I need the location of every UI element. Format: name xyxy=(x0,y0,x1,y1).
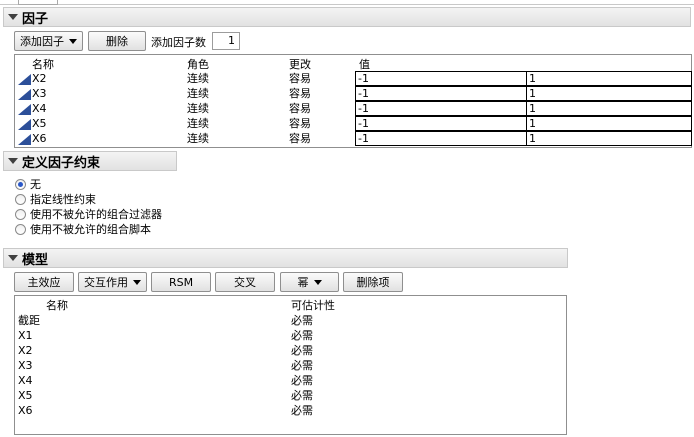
term-name[interactable]: 截距 xyxy=(18,313,40,328)
factor-role[interactable]: 连续 xyxy=(187,86,209,101)
column-header-values: 值 xyxy=(359,58,370,71)
term-name[interactable]: X4 xyxy=(18,373,33,388)
term-estimability[interactable]: 必需 xyxy=(291,313,313,328)
term-name[interactable]: X2 xyxy=(18,343,33,358)
factor-high-value[interactable]: 1 xyxy=(526,131,692,146)
factor-name[interactable]: X3 xyxy=(32,86,47,101)
model-title: 模型 xyxy=(22,252,49,268)
factor-high-value[interactable]: 1 xyxy=(526,101,692,116)
continuous-factor-icon xyxy=(18,134,31,145)
interactions-menu-button[interactable]: 交互作用 xyxy=(78,272,147,292)
constraint-option-none[interactable]: 无 xyxy=(15,176,41,192)
dropdown-arrow-icon xyxy=(69,38,77,44)
disclosure-triangle-icon[interactable] xyxy=(8,14,18,20)
constraint-option-filter[interactable]: 使用不被允许的组合过滤器 xyxy=(15,206,162,222)
factor-low-value[interactable]: -1 xyxy=(355,131,527,146)
add-factor-label: 添加因子 xyxy=(20,35,64,48)
factor-high-value[interactable]: 1 xyxy=(526,116,692,131)
term-estimability[interactable]: 必需 xyxy=(291,388,313,403)
powers-label: 幂 xyxy=(297,276,309,289)
powers-menu-button[interactable]: 幂 xyxy=(280,272,339,292)
factor-role[interactable]: 连续 xyxy=(187,131,209,146)
column-header-changes: 更改 xyxy=(289,58,311,71)
continuous-factor-icon xyxy=(18,104,31,115)
factor-changes[interactable]: 容易 xyxy=(289,86,311,101)
term-name[interactable]: X5 xyxy=(18,388,33,403)
factor-name[interactable]: X6 xyxy=(32,131,47,146)
factor-name[interactable]: X5 xyxy=(32,116,47,131)
delete-factor-button[interactable]: 删除 xyxy=(88,31,146,51)
constraint-option-label: 指定线性约束 xyxy=(30,193,96,206)
rsm-button[interactable]: RSM xyxy=(151,272,211,292)
term-estimability[interactable]: 必需 xyxy=(291,343,313,358)
column-header-name: 名称 xyxy=(32,58,54,71)
add-count-label: 添加因子数 xyxy=(151,36,206,49)
continuous-factor-icon xyxy=(18,74,31,85)
radio-icon[interactable] xyxy=(15,223,26,235)
factor-role[interactable]: 连续 xyxy=(187,116,209,131)
factor-low-value[interactable]: -1 xyxy=(355,71,527,86)
factor-changes[interactable]: 容易 xyxy=(289,71,311,86)
add-factor-menu-button[interactable]: 添加因子 xyxy=(14,31,83,51)
constraints-section-header[interactable]: 定义因子约束 xyxy=(3,151,177,171)
constraint-option-label: 无 xyxy=(30,178,41,191)
constraint-option-label: 使用不被允许的组合脚本 xyxy=(30,223,151,236)
factor-name[interactable]: X2 xyxy=(32,71,47,86)
constraints-title: 定义因子约束 xyxy=(22,155,101,171)
factor-changes[interactable]: 容易 xyxy=(289,116,311,131)
column-header-estimability: 可估计性 xyxy=(291,299,335,312)
top-tab[interactable] xyxy=(18,0,58,5)
dropdown-arrow-icon xyxy=(133,279,141,285)
radio-icon[interactable] xyxy=(15,208,26,220)
factor-low-value[interactable]: -1 xyxy=(355,101,527,116)
radio-selected-icon[interactable] xyxy=(15,178,26,190)
constraint-option-script[interactable]: 使用不被允许的组合脚本 xyxy=(15,221,151,237)
term-estimability[interactable]: 必需 xyxy=(291,328,313,343)
factor-name[interactable]: X4 xyxy=(32,101,47,116)
factor-high-value[interactable]: 1 xyxy=(526,86,692,101)
factor-role[interactable]: 连续 xyxy=(187,71,209,86)
continuous-factor-icon xyxy=(18,119,31,130)
continuous-factor-icon xyxy=(18,89,31,100)
factor-role[interactable]: 连续 xyxy=(187,101,209,116)
factors-table: 名称 角色 更改 值 X2 连续 容易 -1 1 X3 连续 容易 -1 1 X… xyxy=(14,54,692,148)
factor-high-value[interactable]: 1 xyxy=(526,71,692,86)
model-section-header[interactable]: 模型 xyxy=(3,248,568,268)
remove-term-button[interactable]: 删除项 xyxy=(343,272,403,292)
dropdown-arrow-icon xyxy=(313,279,322,285)
factor-changes[interactable]: 容易 xyxy=(289,131,311,146)
constraint-option-linear[interactable]: 指定线性约束 xyxy=(15,191,96,207)
factors-title: 因子 xyxy=(22,11,49,27)
factor-low-value[interactable]: -1 xyxy=(355,86,527,101)
term-name[interactable]: X6 xyxy=(18,403,33,418)
term-estimability[interactable]: 必需 xyxy=(291,358,313,373)
factor-changes[interactable]: 容易 xyxy=(289,101,311,116)
interactions-label: 交互作用 xyxy=(84,276,128,289)
top-divider xyxy=(0,4,694,5)
column-header-name: 名称 xyxy=(46,299,68,312)
term-name[interactable]: X3 xyxy=(18,358,33,373)
disclosure-triangle-icon[interactable] xyxy=(8,255,18,261)
add-count-input[interactable]: 1 xyxy=(212,32,240,50)
factors-section-header[interactable]: 因子 xyxy=(3,7,691,27)
term-estimability[interactable]: 必需 xyxy=(291,373,313,388)
column-header-role: 角色 xyxy=(187,58,209,71)
model-terms-table: 名称 可估计性 截距 必需 X1 必需 X2 必需 X3 必需 X4 必需 X5… xyxy=(14,295,567,435)
disclosure-triangle-icon[interactable] xyxy=(8,158,18,164)
term-name[interactable]: X1 xyxy=(18,328,33,343)
radio-icon[interactable] xyxy=(15,193,26,205)
term-estimability[interactable]: 必需 xyxy=(291,403,313,418)
cross-button[interactable]: 交叉 xyxy=(215,272,275,292)
constraint-option-label: 使用不被允许的组合过滤器 xyxy=(30,208,162,221)
factor-low-value[interactable]: -1 xyxy=(355,116,527,131)
main-effects-button[interactable]: 主效应 xyxy=(14,272,74,292)
